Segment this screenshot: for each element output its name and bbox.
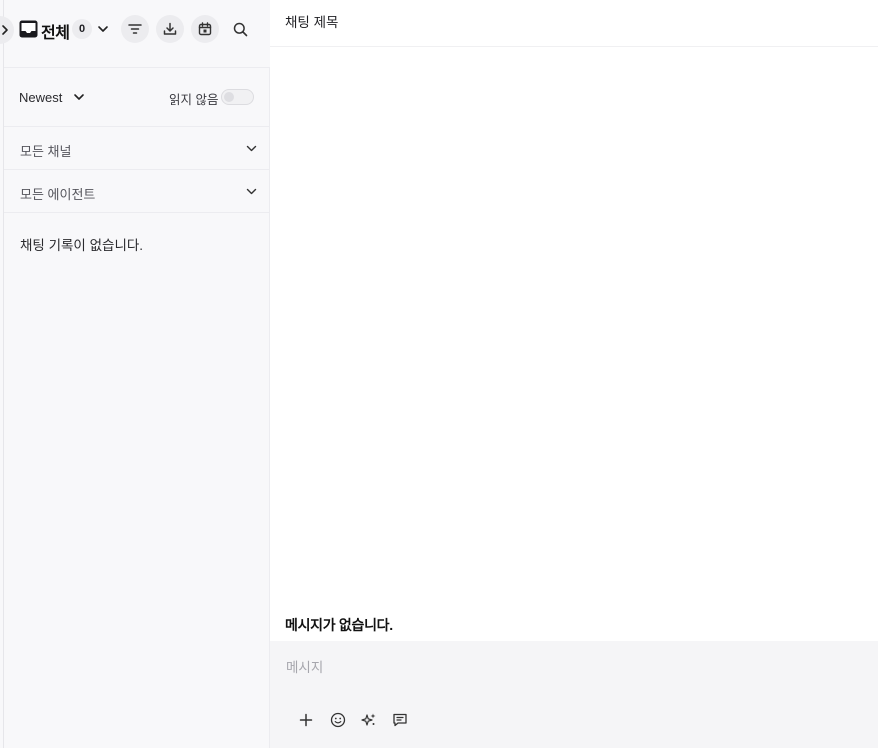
sidebar: 전체 0 Newest 읽지 않음 모든 채널 모든 에이전트 채팅 기록이 없… — [0, 0, 270, 748]
message-template-button[interactable] — [389, 709, 411, 731]
agent-filter-label: 모든 에이전트 — [20, 187, 96, 202]
channel-filter-dropdown[interactable]: 모든 채널 — [4, 127, 270, 170]
empty-chat-history-text: 채팅 기록이 없습니다. — [20, 238, 144, 253]
calendar-icon — [198, 22, 212, 36]
chevron-right-icon — [2, 25, 8, 35]
emoji-icon — [330, 712, 346, 728]
chat-title[interactable]: 채팅 제목 — [285, 11, 338, 31]
sort-dropdown[interactable]: Newest — [19, 90, 62, 105]
calendar-button[interactable] — [191, 15, 219, 43]
unread-toggle[interactable] — [221, 89, 254, 105]
filter-button[interactable] — [121, 15, 149, 43]
chevron-down-icon[interactable] — [96, 22, 110, 36]
agent-filter-dropdown[interactable]: 모든 에이전트 — [4, 170, 270, 213]
sparkle-icon — [361, 713, 376, 726]
inbox-count-badge: 0 — [72, 19, 92, 39]
search-icon — [233, 22, 247, 36]
attach-button[interactable] — [295, 709, 317, 731]
chevron-down-icon — [246, 188, 257, 195]
message-template-icon — [393, 713, 407, 727]
filter-icon — [128, 24, 142, 34]
plus-icon — [299, 713, 313, 727]
channel-filter-label: 모든 채널 — [20, 144, 72, 159]
download-button[interactable] — [156, 15, 184, 43]
search-button[interactable] — [226, 15, 254, 43]
toggle-knob — [224, 92, 234, 102]
chat-header: 채팅 제목 — [270, 0, 878, 47]
inbox-title[interactable]: 전체 — [41, 19, 70, 43]
chevron-down-icon — [246, 145, 257, 152]
ai-assist-button[interactable] — [358, 709, 380, 731]
sidebar-header: 전체 0 — [4, 0, 270, 68]
message-composer — [270, 641, 878, 748]
download-icon — [163, 22, 177, 35]
inbox-icon — [19, 20, 38, 38]
sort-bar: Newest 읽지 않음 — [4, 68, 270, 127]
unread-filter-label: 읽지 않음 — [169, 93, 219, 107]
emoji-button[interactable] — [327, 709, 349, 731]
chevron-down-icon[interactable] — [72, 90, 86, 104]
no-messages-text: 메시지가 없습니다. — [285, 617, 393, 633]
message-input[interactable] — [286, 653, 846, 681]
